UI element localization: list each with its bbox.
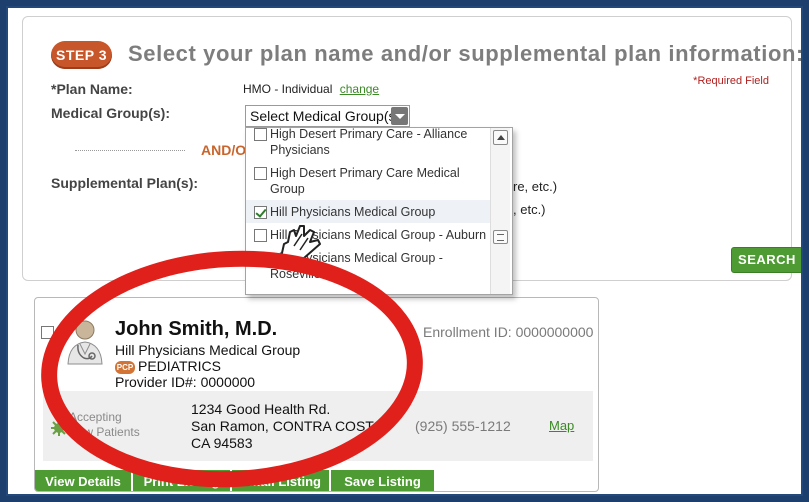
doctor-icon xyxy=(67,320,103,365)
page-frame: STEP 3 Select your plan name and/or supp… xyxy=(6,6,803,496)
option-checkbox[interactable] xyxy=(254,128,267,141)
medical-group-label: Medical Group(s): xyxy=(51,105,171,121)
provider-group: Hill Physicians Medical Group xyxy=(115,342,301,358)
plan-name-value: HMO - Individual change xyxy=(243,82,379,96)
dropdown-scrollbar[interactable] xyxy=(490,128,510,294)
select-provider-checkbox[interactable] xyxy=(41,326,54,339)
accepting-line-1: Accepting xyxy=(69,410,122,424)
provider-card: John Smith, M.D. Hill Physicians Medical… xyxy=(34,297,599,492)
hand-cursor-icon xyxy=(279,225,321,265)
accepting-patients-icon xyxy=(51,420,67,436)
divider-line xyxy=(75,150,185,151)
medical-group-select-value: Select Medical Group(s) xyxy=(250,108,401,124)
and-or-text: AND/O xyxy=(201,142,247,158)
chevron-down-icon[interactable] xyxy=(391,107,408,125)
address-line-2: San Ramon, CONTRA COSTA xyxy=(191,418,383,434)
medical-group-dropdown[interactable]: High Desert Primary Care - Alliance Phys… xyxy=(245,127,513,295)
provider-action-bar: View Details Print Listing Email Listing… xyxy=(35,470,598,491)
plan-name-text: HMO - Individual xyxy=(243,82,333,96)
search-button[interactable]: SEARCH xyxy=(731,247,801,273)
save-listing-button[interactable]: Save Listing xyxy=(331,470,435,491)
scroll-up-icon[interactable] xyxy=(493,130,508,145)
address-line-1: 1234 Good Health Rd. xyxy=(191,401,331,417)
provider-specialty-row: PCP PEDIATRICS xyxy=(115,358,221,374)
option-label: High Desert Primary Care Medical Group xyxy=(270,166,460,196)
plan-name-label: *Plan Name: xyxy=(51,81,133,97)
provider-info-band: Accepting New Patients 1234 Good Health … xyxy=(43,391,593,461)
step-title: Select your plan name and/or supplementa… xyxy=(128,41,803,66)
accepting-line-2: New Patients xyxy=(69,425,140,439)
provider-id: Provider ID#: 0000000 xyxy=(115,374,256,390)
address-line-3: CA 94583 xyxy=(191,435,253,451)
provider-phone: (925) 555-1212 xyxy=(415,418,511,434)
option-checkbox[interactable] xyxy=(254,167,267,180)
pcp-badge: PCP xyxy=(115,361,135,374)
supplemental-text-1: re, etc.) xyxy=(513,179,558,194)
medical-group-select[interactable]: Select Medical Group(s) xyxy=(245,105,410,127)
dropdown-option-high-desert-alliance[interactable]: High Desert Primary Care - Alliance Phys… xyxy=(246,127,490,161)
print-listing-button[interactable]: Print Listing xyxy=(133,470,231,491)
map-link[interactable]: Map xyxy=(549,418,574,433)
provider-address: 1234 Good Health Rd. San Ramon, CONTRA C… xyxy=(191,401,382,452)
option-checkbox-checked[interactable] xyxy=(254,206,267,219)
email-listing-button[interactable]: Email Listing xyxy=(232,470,330,491)
supplemental-text-2: , etc.) xyxy=(513,202,546,217)
change-plan-link[interactable]: change xyxy=(340,82,379,96)
scroll-thumb[interactable] xyxy=(493,230,508,244)
step-badge: STEP 3 xyxy=(51,41,112,69)
enrollment-id: Enrollment ID: 0000000000 xyxy=(423,324,594,340)
dropdown-option-high-desert-medical[interactable]: High Desert Primary Care Medical Group xyxy=(246,161,490,200)
option-checkbox[interactable] xyxy=(254,252,267,265)
required-field-note: *Required Field xyxy=(693,75,769,87)
supplemental-plan-label: Supplemental Plan(s): xyxy=(51,175,199,191)
accepting-new-patients: Accepting New Patients xyxy=(69,410,140,440)
dropdown-option-hill-physicians[interactable]: Hill Physicians Medical Group xyxy=(246,200,490,223)
and-or-divider: AND/O xyxy=(75,140,255,160)
option-checkbox[interactable] xyxy=(254,229,267,242)
option-label: Hill Physicians Medical Group xyxy=(270,205,436,219)
option-label: High Desert Primary Care - Alliance Phys… xyxy=(270,127,468,157)
step-3-panel: STEP 3 Select your plan name and/or supp… xyxy=(22,16,801,295)
provider-name: John Smith, M.D. xyxy=(115,318,278,340)
provider-specialty: PEDIATRICS xyxy=(138,358,221,374)
view-details-button[interactable]: View Details xyxy=(35,470,132,491)
